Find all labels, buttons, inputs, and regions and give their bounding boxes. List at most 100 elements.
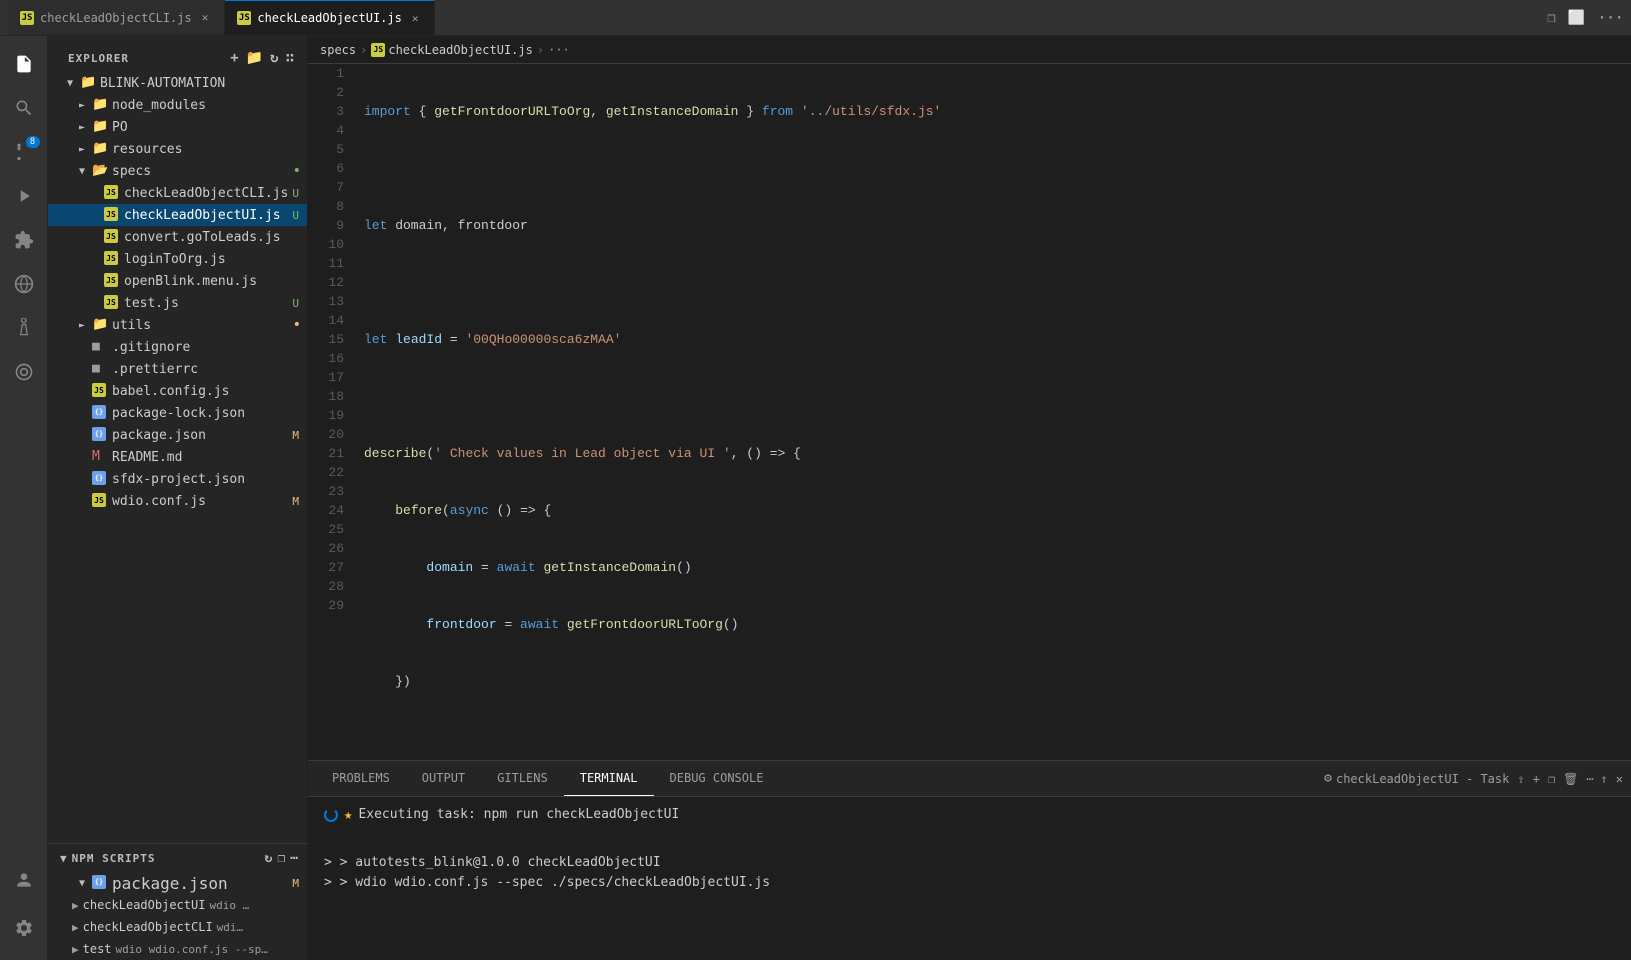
code-editor[interactable]: 12345 678910 1112131415 1617181920 21222… bbox=[308, 64, 1631, 760]
terminal-split-icon[interactable]: ❐ bbox=[1548, 772, 1555, 786]
split-editor-icon[interactable]: ❐ bbox=[1547, 10, 1555, 26]
terminal-more-icon[interactable]: ⋯ bbox=[1586, 772, 1592, 786]
terminal-close-icon[interactable]: ✕ bbox=[1616, 772, 1623, 786]
more-actions-icon[interactable]: ··· bbox=[1597, 8, 1623, 27]
source-control-icon[interactable]: 8 bbox=[4, 132, 44, 172]
tree-resources[interactable]: ► 📁 resources bbox=[48, 138, 307, 160]
tree-file-gitignore[interactable]: ► ■ .gitignore bbox=[48, 336, 307, 358]
git-badge-package: M bbox=[292, 429, 307, 442]
npm-package-json[interactable]: ▼ {} package.json M bbox=[48, 872, 307, 894]
code-content[interactable]: import { getFrontdoorURLToOrg, getInstan… bbox=[356, 64, 1631, 760]
settings-icon[interactable] bbox=[4, 908, 44, 948]
git-badge-ui: U bbox=[292, 209, 307, 222]
tree-file-login[interactable]: ► JS loginToOrg.js bbox=[48, 248, 307, 270]
tree-file-package-json[interactable]: ► {} package.json M bbox=[48, 424, 307, 446]
extensions-icon[interactable] bbox=[4, 220, 44, 260]
tab-close-cli[interactable]: ✕ bbox=[198, 9, 213, 26]
tree-node-modules[interactable]: ► 📁 node_modules bbox=[48, 94, 307, 116]
breadcrumb-ellipsis[interactable]: ··· bbox=[548, 43, 570, 57]
tree-label-resources: resources bbox=[112, 142, 307, 157]
code-line-3: let domain, frontdoor bbox=[364, 216, 1631, 235]
tree-label-babel: babel.config.js bbox=[112, 384, 307, 399]
npm-script-name-2: checkLeadObjectCLI bbox=[83, 920, 213, 934]
breadcrumb: specs › JS checkLeadObjectUI.js › ··· bbox=[308, 36, 1631, 64]
npm-more-icon[interactable]: ⋯ bbox=[290, 851, 299, 866]
editor-area: specs › JS checkLeadObjectUI.js › ··· 12… bbox=[308, 36, 1631, 960]
executing-text: Executing task: npm run checkLeadObjectU… bbox=[358, 805, 679, 825]
tree-label-wdio: wdio.conf.js bbox=[112, 494, 292, 509]
npm-package-label: package.json bbox=[112, 874, 292, 893]
new-file-icon[interactable]: + bbox=[230, 50, 239, 66]
tab-close-ui[interactable]: ✕ bbox=[408, 10, 423, 27]
tree-file-readme[interactable]: ► M README.md bbox=[48, 446, 307, 468]
code-line-5: let leadId = '00QHo00000sca6zMAA' bbox=[364, 330, 1631, 349]
tree-file-package-lock[interactable]: ► {} package-lock.json bbox=[48, 402, 307, 424]
tree-utils[interactable]: ► 📁 utils • bbox=[48, 314, 307, 336]
main-container: 8 Explorer + bbox=[0, 36, 1631, 960]
tab-js-icon-2: JS bbox=[237, 11, 251, 25]
terminal-delete-icon[interactable]: 🗑 bbox=[1563, 772, 1578, 786]
explorer-header-icons: + 📁 ↻ ∷ bbox=[230, 50, 295, 66]
run-icon[interactable] bbox=[4, 176, 44, 216]
tree-file-ui[interactable]: ► JS checkLeadObjectUI.js U bbox=[48, 204, 307, 226]
task-name: checkLeadObjectUI - Task bbox=[1336, 772, 1509, 786]
terminal-executing-line: ★ Executing task: npm run checkLeadObjec… bbox=[324, 805, 1615, 825]
tree-file-prettierrc[interactable]: ► ■ .prettierrc bbox=[48, 358, 307, 380]
terminal-content[interactable]: ★ Executing task: npm run checkLeadObjec… bbox=[308, 797, 1631, 960]
terminal-split-up-icon[interactable]: ⇧ bbox=[1517, 772, 1524, 786]
tree-file-openblink[interactable]: ► JS openBlink.menu.js bbox=[48, 270, 307, 292]
json-icon-npm-package: {} bbox=[92, 875, 108, 891]
terminal-maximize-icon[interactable]: ⇑ bbox=[1601, 772, 1608, 786]
npm-script-test[interactable]: ▶ test wdio wdio.conf.js --sp… bbox=[48, 938, 307, 960]
npm-header-label: NPM SCRIPTS bbox=[72, 852, 156, 865]
breadcrumb-specs[interactable]: specs bbox=[320, 43, 356, 57]
tree-label-convert: convert.goToLeads.js bbox=[124, 230, 307, 245]
npm-split-icon[interactable]: ❐ bbox=[277, 851, 286, 866]
tree-specs[interactable]: ▼ 📂 specs • bbox=[48, 160, 307, 182]
tree-po[interactable]: ► 📁 PO bbox=[48, 116, 307, 138]
tree-root-blink[interactable]: ▼ 📁 BLINK-AUTOMATION bbox=[48, 72, 307, 94]
npm-script-checkleadobjectui[interactable]: ▶ checkLeadObjectUI wdio … bbox=[48, 894, 307, 916]
ignore-icon: ■ bbox=[92, 339, 108, 355]
tree-file-test[interactable]: ► JS test.js U bbox=[48, 292, 307, 314]
code-line-8: before(async () => { bbox=[364, 501, 1631, 520]
wdio-icon[interactable] bbox=[4, 352, 44, 392]
account-icon[interactable] bbox=[4, 860, 44, 900]
breadcrumb-file[interactable]: JS checkLeadObjectUI.js bbox=[371, 43, 533, 57]
executing-star: ★ bbox=[344, 805, 352, 825]
tree-label-blink: BLINK-AUTOMATION bbox=[100, 76, 307, 91]
folder-icon-resources: 📁 bbox=[92, 141, 108, 157]
tab-terminal[interactable]: TERMINAL bbox=[564, 761, 654, 796]
tab-js-icon: JS bbox=[20, 11, 34, 25]
search-icon[interactable] bbox=[4, 88, 44, 128]
tree-label-specs: specs bbox=[112, 164, 293, 179]
tab-gitlens[interactable]: GITLENS bbox=[481, 761, 564, 796]
layout-icon[interactable]: ⬜ bbox=[1568, 10, 1585, 26]
refresh-explorer-icon[interactable]: ↻ bbox=[270, 50, 279, 66]
tab-problems[interactable]: PROBLEMS bbox=[316, 761, 406, 796]
npm-script-checkleadobjectcli[interactable]: ▶ checkLeadObjectCLI wdi… bbox=[48, 916, 307, 938]
tree-file-sfdx[interactable]: ► {} sfdx-project.json bbox=[48, 468, 307, 490]
files-icon[interactable] bbox=[4, 44, 44, 84]
npm-scripts-header[interactable]: ▼ NPM SCRIPTS ↻ ❐ ⋯ bbox=[48, 844, 307, 872]
terminal-add-icon[interactable]: + bbox=[1533, 772, 1540, 786]
tree-file-convert[interactable]: ► JS convert.goToLeads.js bbox=[48, 226, 307, 248]
tree-file-babel[interactable]: ► JS babel.config.js bbox=[48, 380, 307, 402]
tab-output[interactable]: OUTPUT bbox=[406, 761, 481, 796]
tab-check-lead-cli[interactable]: JS checkLeadObjectCLI.js ✕ bbox=[8, 0, 225, 35]
remote-icon[interactable] bbox=[4, 264, 44, 304]
executing-spinner bbox=[324, 808, 338, 822]
js-icon-ui: JS bbox=[104, 207, 120, 223]
tests-icon[interactable] bbox=[4, 308, 44, 348]
new-folder-icon[interactable]: 📁 bbox=[246, 50, 264, 66]
code-line-2 bbox=[364, 159, 1631, 178]
npm-refresh-icon[interactable]: ↻ bbox=[265, 851, 274, 866]
json-icon-sfdx: {} bbox=[92, 471, 108, 487]
tree-file-wdio[interactable]: ► JS wdio.conf.js M bbox=[48, 490, 307, 512]
tree-label-utils: utils bbox=[112, 318, 293, 333]
tree-file-cli[interactable]: ► JS checkLeadObjectCLI.js U bbox=[48, 182, 307, 204]
collapse-all-icon[interactable]: ∷ bbox=[286, 50, 295, 66]
tab-debug-console[interactable]: DEBUG CONSOLE bbox=[654, 761, 780, 796]
tab-check-lead-ui[interactable]: JS checkLeadObjectUI.js ✕ bbox=[225, 0, 435, 35]
tree-label-po: PO bbox=[112, 120, 307, 135]
